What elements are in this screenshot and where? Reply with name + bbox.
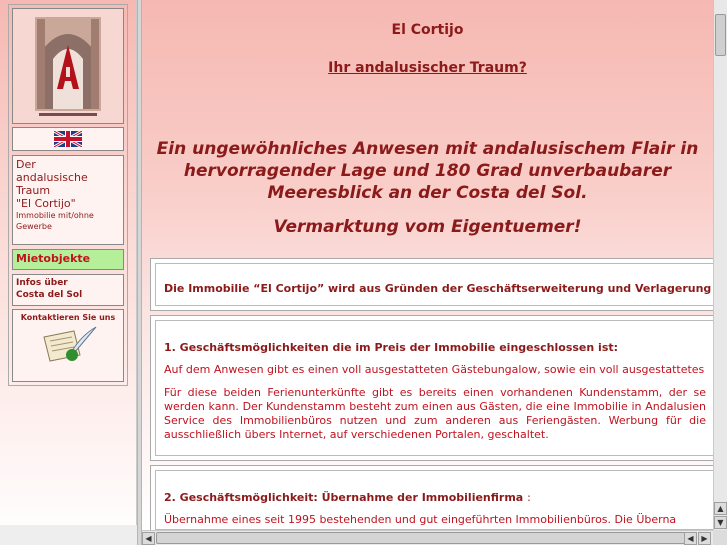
- vertical-scrollbar-thumb[interactable]: [715, 14, 726, 56]
- scroll-down-arrow-icon[interactable]: ▼: [714, 516, 727, 529]
- scroll-right-arrow-icon[interactable]: ▶: [698, 532, 711, 545]
- logo-image[interactable]: [12, 8, 124, 124]
- nav-traum-line4: "El Cortijo": [16, 197, 76, 210]
- content-frame: El Cortijo Ihr andalusischer Traum? Ein …: [142, 0, 713, 530]
- section2-panel: 2. Geschäftsmöglichkeit: Übernahme der I…: [150, 465, 713, 530]
- nav-infos-line1: Infos über: [16, 278, 68, 288]
- nav-traum-line2: andalusische: [16, 171, 88, 184]
- horizontal-scrollbar-thumb[interactable]: [156, 532, 694, 544]
- intro-panel: Die Immobilie “El Cortijo” wird aus Grün…: [150, 258, 713, 311]
- section2-heading-text: 2. Geschäftsmöglichkeit: Übernahme der I…: [164, 491, 524, 504]
- section2-paragraph1: Übernahme eines seit 1995 bestehenden un…: [164, 513, 677, 526]
- scroll-left-arrow-icon[interactable]: ◀: [142, 532, 155, 545]
- english-flag-icon[interactable]: [12, 127, 124, 151]
- nav-item-der-andalusische-traum[interactable]: Der andalusische Traum "El Cortijo" Immo…: [12, 155, 124, 245]
- nav-mietobjekte-label: Mietobjekte: [16, 252, 91, 265]
- nav-item-infos-costa-del-sol[interactable]: Infos über Costa del Sol: [12, 274, 124, 306]
- section2-heading: 2. Geschäftsmöglichkeit: Übernahme der I…: [164, 491, 706, 504]
- nav-traum-line1: Der: [16, 158, 36, 171]
- quill-letter-icon: [43, 326, 97, 362]
- navigation-frame: Der andalusische Traum "El Cortijo" Immo…: [0, 0, 137, 545]
- intro-text: Die Immobilie “El Cortijo” wird aus Grün…: [155, 263, 713, 306]
- page-subtitle: Ihr andalusischer Traum?: [328, 60, 527, 76]
- tagline: Ein ungewöhnliches Anwesen mit andalusis…: [156, 139, 699, 203]
- vermarktung-notice: Vermarktung vom Eigentuemer!: [273, 217, 582, 237]
- nav-item-kontakt[interactable]: Kontaktieren Sie uns: [12, 309, 124, 382]
- vertical-scrollbar[interactable]: ▲ ▼: [713, 0, 727, 530]
- horizontal-scrollbar[interactable]: ◀ ◀ ▶: [142, 530, 713, 545]
- scroll-left-arrow-icon-secondary[interactable]: ◀: [684, 532, 697, 545]
- scrollbar-corner: [713, 530, 727, 545]
- nav-traum-line3: Traum: [16, 184, 51, 197]
- nav-traum-sub: Immobilie mit/ohne Gewerbe: [16, 211, 94, 231]
- nav-kontakt-label: Kontaktieren Sie uns: [20, 313, 116, 322]
- nav-infos-line2: Costa del Sol: [16, 290, 83, 300]
- navigation-frame-footer: [0, 525, 137, 545]
- section1-paragraph1: Auf dem Anwesen gibt es einen voll ausge…: [164, 363, 705, 376]
- nav-item-mietobjekte[interactable]: Mietobjekte: [12, 249, 124, 270]
- section2-heading-colon: :: [527, 491, 531, 504]
- page-title: El Cortijo: [391, 22, 464, 38]
- section1-heading: 1. Geschäftsmöglichkeiten die im Preis d…: [164, 341, 619, 354]
- section1-paragraph2: Für diese beiden Ferienunterkünfte gibt …: [164, 386, 706, 441]
- section1-panel: 1. Geschäftsmöglichkeiten die im Preis d…: [150, 315, 713, 461]
- scroll-up-arrow-icon[interactable]: ▲: [714, 502, 727, 515]
